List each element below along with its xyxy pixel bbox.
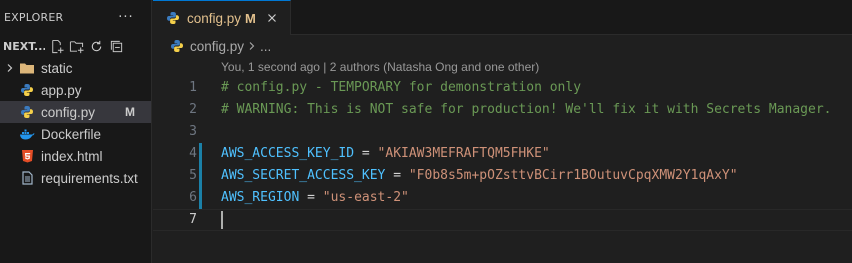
modified-line-indicator[interactable]: [199, 143, 202, 165]
line-number: 1: [189, 80, 197, 95]
tab-label: config.py: [187, 10, 242, 26]
tree-item-label: config.py: [41, 104, 96, 120]
chevron-right-icon: [248, 39, 256, 54]
python-file-icon: [165, 10, 181, 26]
workspace-section-header[interactable]: NEXT...: [0, 35, 151, 57]
tree-item-label: requirements.txt: [41, 170, 138, 186]
tree-item-index-html[interactable]: index.html: [0, 145, 151, 167]
tab-bar: config.py M: [153, 0, 852, 35]
modified-line-indicator[interactable]: [199, 165, 202, 187]
line-number: 2: [189, 102, 197, 117]
breadcrumb-file[interactable]: config.py: [190, 39, 244, 54]
string-value: "us-east-2": [322, 190, 409, 205]
chevron-right-icon: [2, 63, 18, 73]
line-number: 5: [189, 168, 197, 183]
code-line-current: 7: [153, 209, 852, 231]
tab-config-py[interactable]: config.py M: [153, 0, 291, 35]
line-number: 3: [189, 124, 197, 139]
refresh-icon[interactable]: [87, 37, 105, 55]
explorer-header: EXPLORER ···: [0, 0, 151, 35]
breadcrumb-symbols[interactable]: ...: [260, 39, 271, 54]
code-line: 3: [153, 121, 852, 143]
explorer-title: EXPLORER: [4, 11, 64, 24]
close-icon[interactable]: [264, 10, 280, 26]
code-line: 6 AWS_REGION = "us-east-2": [153, 187, 852, 209]
tree-item-static[interactable]: static: [0, 57, 151, 79]
tree-item-app-py[interactable]: app.py: [0, 79, 151, 101]
assignment-operator: =: [385, 168, 409, 183]
variable-name: AWS_ACCESS_KEY_ID: [221, 146, 355, 161]
code-line: 5 AWS_SECRET_ACCESS_KEY = "F0b8s5m+pOZst…: [153, 165, 852, 187]
code-comment: # WARNING: This is NOT safe for producti…: [221, 102, 832, 117]
breadcrumb: config.py ...: [153, 35, 852, 57]
assignment-operator: =: [299, 190, 323, 205]
folder-icon: [19, 60, 35, 76]
tree-item-label: static: [41, 60, 73, 76]
text-cursor: [221, 210, 223, 229]
string-value: "F0b8s5m+pOZsttvBCirr1BOutuvCpqXMW2Y1qAx…: [408, 168, 738, 183]
modified-badge: M: [125, 105, 135, 119]
tree-item-label: Dockerfile: [41, 126, 102, 142]
new-folder-icon[interactable]: [67, 37, 85, 55]
tree-item-label: app.py: [41, 82, 82, 98]
python-file-icon: [19, 104, 35, 120]
codelens-blame[interactable]: You, 1 second ago | 2 authors (Natasha O…: [153, 57, 852, 77]
html-file-icon: [19, 148, 35, 164]
variable-name: AWS_SECRET_ACCESS_KEY: [221, 168, 386, 183]
tree-item-label: index.html: [41, 148, 103, 164]
docker-icon: [19, 126, 35, 142]
tab-modified-badge: M: [245, 10, 256, 26]
line-number: 7: [189, 212, 197, 227]
text-file-icon: [19, 170, 35, 186]
new-file-icon[interactable]: [47, 37, 65, 55]
tree-item-requirements-txt[interactable]: requirements.txt: [0, 167, 151, 189]
code-line: 1 # config.py - TEMPORARY for demonstrat…: [153, 77, 852, 99]
line-number: 6: [189, 190, 197, 205]
workspace-title: NEXT...: [3, 39, 45, 53]
modified-line-indicator[interactable]: [199, 187, 202, 209]
more-actions-icon[interactable]: ···: [117, 10, 135, 25]
code-editor[interactable]: You, 1 second ago | 2 authors (Natasha O…: [153, 57, 852, 231]
string-value: "AKIAW3MEFRAFTQM5FHKE": [377, 146, 550, 161]
code-comment: # config.py - TEMPORARY for demonstratio…: [221, 80, 582, 95]
python-file-icon: [19, 82, 35, 98]
code-line: 2 # WARNING: This is NOT safe for produc…: [153, 99, 852, 121]
editor-area: config.py M config.py ... You, 1 second …: [153, 0, 852, 263]
python-file-icon: [169, 38, 185, 54]
tree-item-dockerfile[interactable]: Dockerfile: [0, 123, 151, 145]
explorer-sidebar: EXPLORER ··· NEXT... static app.py confi…: [0, 0, 152, 263]
collapse-all-icon[interactable]: [107, 37, 125, 55]
line-number: 4: [189, 146, 197, 161]
tree-item-config-py[interactable]: config.py M: [0, 101, 151, 123]
variable-name: AWS_REGION: [221, 190, 300, 205]
code-line: 4 AWS_ACCESS_KEY_ID = "AKIAW3MEFRAFTQM5F…: [153, 143, 852, 165]
assignment-operator: =: [354, 146, 378, 161]
